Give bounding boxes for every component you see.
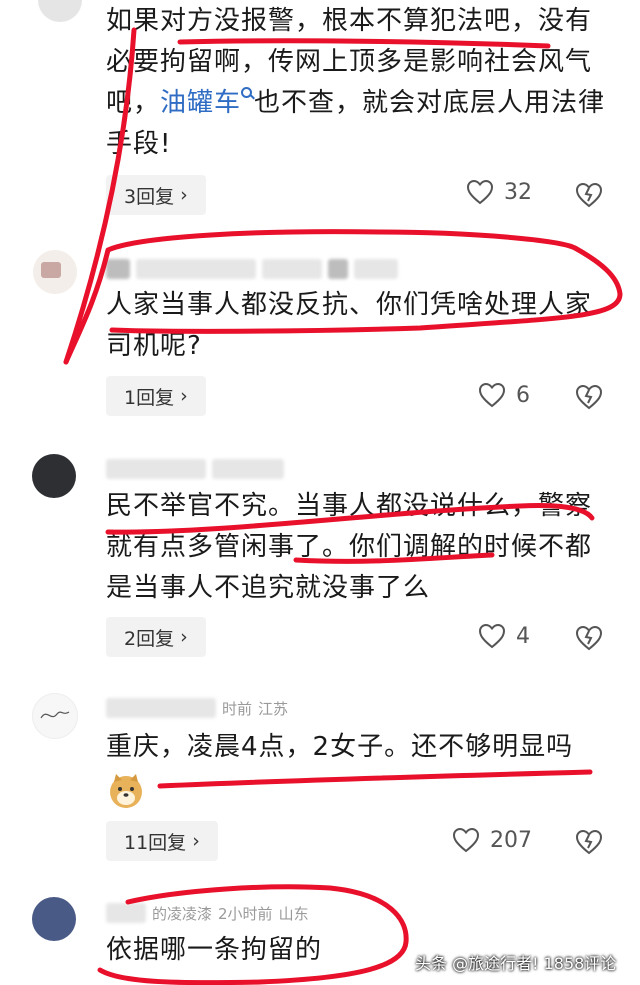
comment-meta: 时前 江苏	[106, 697, 288, 719]
username-redacted	[106, 903, 146, 923]
doge-emoji-icon	[110, 774, 142, 808]
comment-text: 人家当事人都没反抗、你们凭啥处理人家司机呢?	[106, 290, 593, 361]
comment-meta	[106, 458, 284, 480]
watermark: 头条 @旅途行者! 1858评论	[415, 954, 617, 973]
username-redacted	[106, 698, 216, 718]
comment-meta: 的凌凌漆 2小时前 山东	[106, 902, 309, 924]
username-redacted	[136, 259, 256, 279]
chevron-right-icon: ›	[180, 385, 188, 407]
avatar[interactable]	[32, 897, 76, 941]
comment-time: 2小时前	[218, 904, 273, 923]
chevron-right-icon: ›	[180, 626, 188, 648]
avatar[interactable]	[33, 250, 77, 294]
like-count: 6	[516, 382, 530, 408]
dislike-heart-icon[interactable]	[575, 383, 603, 411]
heart-icon	[478, 623, 506, 649]
chevron-right-icon: ›	[192, 830, 200, 852]
search-icon	[241, 87, 254, 100]
like-button[interactable]: 4	[478, 623, 530, 649]
comment-username-tail: 的凌凌漆	[152, 904, 213, 923]
reply-button[interactable]: 3回复 ›	[106, 175, 206, 215]
like-count: 4	[516, 623, 530, 649]
avatar[interactable]	[32, 693, 78, 739]
dislike-heart-icon[interactable]	[575, 828, 603, 856]
avatar[interactable]	[38, 0, 82, 22]
reply-button[interactable]: 11回复 ›	[106, 821, 218, 861]
username-redacted	[106, 259, 130, 279]
signature-doodle	[40, 711, 70, 719]
comment-text: 如果对方没报警，根本不算犯法吧，没有必要拘留啊，传网上顶多是影响社会风气吧，油罐…	[106, 6, 606, 159]
reply-button[interactable]: 2回复 ›	[106, 617, 206, 657]
meta-redacted	[328, 259, 348, 279]
comment-location: 江苏	[258, 699, 289, 718]
username-redacted	[106, 459, 206, 479]
comment-text: 重庆，凌晨4点，2女子。还不够明显吗	[106, 732, 574, 762]
heart-icon	[478, 382, 506, 408]
chevron-right-icon: ›	[180, 184, 188, 206]
meta-redacted	[212, 459, 284, 479]
like-count: 207	[490, 827, 532, 853]
heart-icon	[466, 179, 494, 205]
comment-location: 山东	[278, 904, 309, 923]
search-link[interactable]: 油罐车	[160, 87, 254, 118]
like-button[interactable]: 207	[452, 827, 532, 853]
meta-redacted	[354, 259, 398, 279]
dislike-heart-icon[interactable]	[575, 624, 603, 652]
dislike-heart-icon[interactable]	[575, 181, 603, 209]
reply-button[interactable]: 1回复 ›	[106, 376, 206, 416]
heart-icon	[452, 827, 480, 853]
comment-time: 时前	[222, 699, 253, 718]
like-button[interactable]: 32	[466, 179, 532, 205]
comment-meta	[106, 258, 398, 280]
comment-text: 民不举官不究。当事人都没说什么，警察就有点多管闲事了。你们调解的时候不都是当事人…	[106, 491, 593, 603]
annotation-stroke	[157, 769, 593, 789]
like-button[interactable]: 6	[478, 382, 530, 408]
like-count: 32	[504, 179, 532, 205]
meta-redacted	[262, 259, 322, 279]
avatar[interactable]	[32, 454, 76, 498]
